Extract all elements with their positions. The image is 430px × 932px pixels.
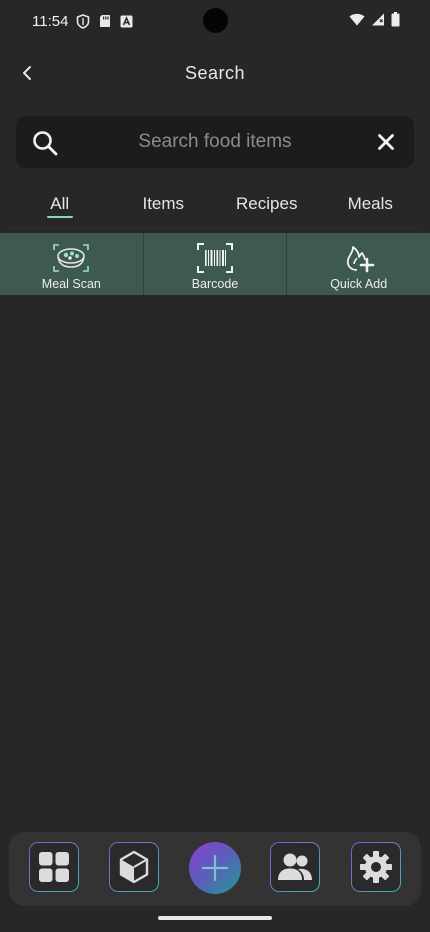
cube-icon (119, 850, 149, 884)
screen: 11:54 Search Search food items All Items… (0, 0, 430, 932)
nav-add-button[interactable] (189, 842, 241, 894)
tab-label: All (50, 194, 70, 213)
nav-settings-button[interactable] (351, 842, 401, 892)
status-time: 11:54 (32, 12, 69, 30)
signal-icon (371, 13, 385, 31)
page-title: Search (184, 63, 246, 83)
tab-all[interactable]: All (8, 184, 112, 228)
tab-items[interactable]: Items (112, 184, 216, 228)
status-left-icons (76, 13, 133, 29)
plus-icon (201, 854, 229, 882)
nav-cube-button[interactable] (109, 842, 159, 892)
barcode-icon (197, 243, 233, 273)
nav-dashboard-button[interactable] (29, 842, 79, 892)
battery-icon (391, 12, 400, 32)
app-notification-icon (120, 15, 133, 28)
quick-add-button[interactable]: Quick Add (287, 233, 430, 295)
action-label: Meal Scan (41, 277, 101, 291)
action-label: Barcode (191, 277, 239, 291)
close-icon[interactable] (376, 132, 396, 152)
tab-recipes[interactable]: Recipes (215, 184, 319, 228)
quick-add-icon (346, 246, 374, 273)
status-bar: 11:54 (0, 0, 430, 42)
shield-icon (76, 13, 90, 29)
gear-icon (360, 851, 392, 883)
nav-people-button[interactable] (270, 842, 320, 892)
sd-card-icon (99, 14, 111, 28)
active-tab-indicator (46, 216, 73, 218)
camera-cutout (203, 8, 228, 33)
search-icon[interactable] (31, 129, 59, 157)
filter-tabs: All Items Recipes Meals (8, 184, 422, 229)
bottom-nav (9, 832, 421, 906)
header: Search (0, 52, 430, 94)
tab-label: Items (142, 194, 185, 213)
tab-meals[interactable]: Meals (319, 184, 423, 228)
dashboard-grid-icon (39, 852, 69, 882)
meal-scan-icon (53, 244, 90, 272)
wifi-icon (349, 13, 365, 31)
barcode-button[interactable]: Barcode (144, 233, 288, 295)
meal-scan-button[interactable]: Meal Scan (0, 233, 144, 295)
search-input[interactable] (76, 116, 354, 168)
home-indicator[interactable] (158, 916, 272, 920)
action-label: Quick Add (330, 277, 388, 291)
tab-label: Meals (347, 194, 393, 213)
people-icon (278, 853, 312, 880)
search-bar (16, 116, 414, 168)
status-right-icons (349, 12, 400, 32)
quick-actions-row: Meal Scan Barcode Quick Add (0, 233, 430, 295)
tab-label: Recipes (236, 194, 298, 213)
